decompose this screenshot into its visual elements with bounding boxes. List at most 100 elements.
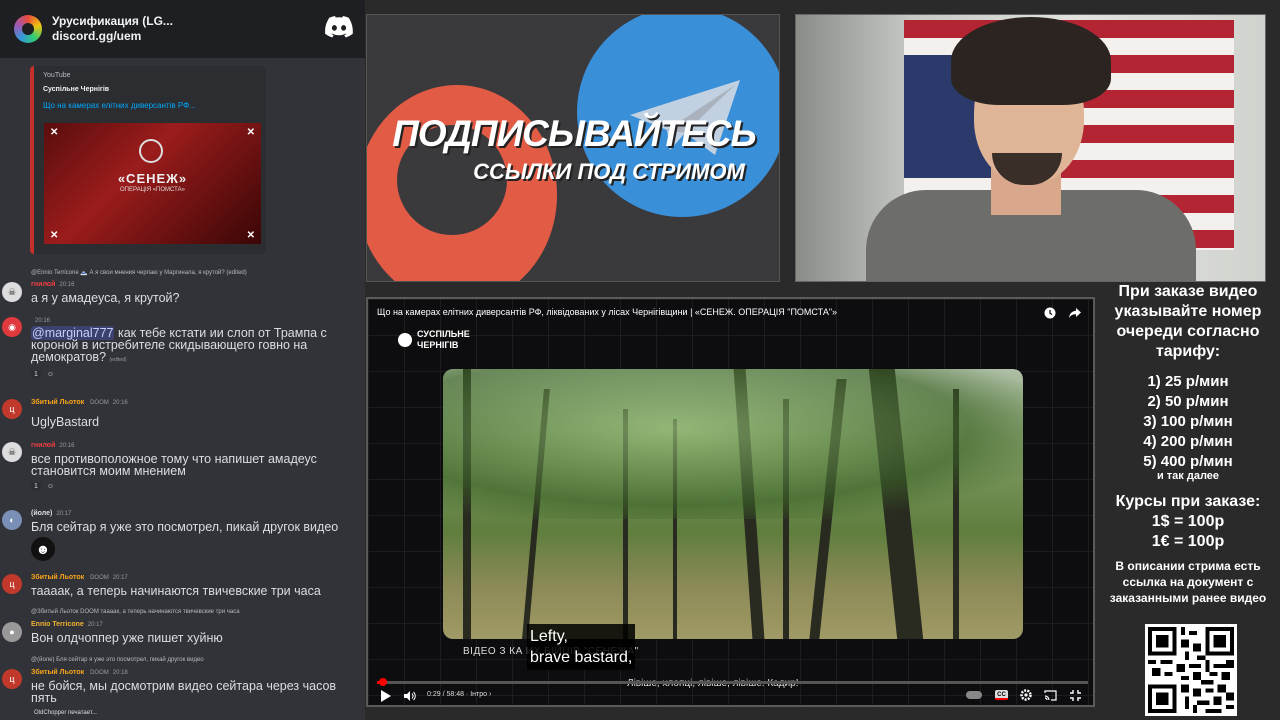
edited-label: (edited) — [109, 357, 127, 363]
message-time: 20:17 — [87, 622, 103, 628]
discord-chat-panel: Урусификация (LG... discord.gg/uem YouTu… — [0, 0, 365, 720]
embed-provider: YouTube — [43, 72, 71, 79]
subscribe-banner: ПОДПИСЫВАЙТЕСЬ ССЫЛКИ ПОД СТРИМОМ — [366, 14, 780, 282]
message-text: Вон олдчоппер уже пишет хуйню — [31, 631, 223, 645]
message-time: 20:16 — [59, 443, 75, 449]
banner-subtitle: ССЫЛКИ ПОД СТРИМОМ — [473, 159, 745, 184]
avatar[interactable]: ц — [2, 574, 22, 594]
message-author[interactable]: (йоле) — [31, 510, 52, 517]
subtitle-line: Lefty, — [530, 628, 568, 645]
captions-icon[interactable]: CC — [995, 690, 1008, 700]
message-time: 20:18 — [112, 670, 128, 676]
tier-list: 1) 25 р/мин 2) 50 р/мин 3) 100 р/мин 4) … — [1098, 372, 1278, 472]
rate-item: 1$ = 100р — [1151, 513, 1225, 530]
embed-title-link[interactable]: Що на камерах елітних диверсантів РФ... — [43, 101, 257, 110]
player-controls: 0:29 / 58:48 · Інтро › CC — [368, 687, 1093, 705]
tier-item: 3) 100 р/мин — [1143, 413, 1233, 430]
message-text: таааак, а теперь начинаются твичевские т… — [31, 584, 321, 598]
message-author[interactable]: Збитый Льоток — [31, 574, 84, 581]
role-tag: DOOM — [90, 670, 109, 676]
close-icon: ✕ — [50, 230, 59, 241]
avatar[interactable]: ц — [2, 399, 22, 419]
reply-preview[interactable]: @Збитый Льоток DOOM таааак, а теперь нач… — [31, 609, 240, 615]
message-time: 20:16 — [112, 400, 128, 406]
banner-title: ПОДПИСЫВАЙТЕСЬ — [392, 113, 756, 154]
typing-indicator: OldChopper печатает... — [34, 710, 97, 716]
rate-item: 1€ = 100р — [1151, 533, 1225, 550]
thumbnail-title: «СЕНЕЖ» — [117, 171, 188, 186]
avatar[interactable]: ☠ — [2, 282, 22, 302]
tier-item: 1) 25 р/мин — [1147, 373, 1229, 390]
discord-avatar-icon[interactable]: ◉ — [2, 317, 22, 337]
server-name: Урусификация (LG... — [52, 14, 173, 28]
message-time: 20:16 — [59, 282, 75, 288]
avatar[interactable]: ◐ — [2, 510, 22, 530]
tier-etc: и так далее — [1156, 470, 1220, 482]
pricing-heading: При заказе видео указывайте номер очеред… — [1114, 283, 1262, 360]
gear-icon[interactable] — [1020, 689, 1032, 701]
role-tag: DOOM — [90, 575, 109, 581]
stream-layout: Урусификация (LG... discord.gg/uem YouTu… — [0, 0, 1280, 720]
message-time: 20:17 — [112, 575, 128, 581]
pricing-panel: При заказе видео указывайте номер очеред… — [1098, 282, 1278, 606]
sticker-image: ☻ — [31, 537, 55, 561]
tier-item: 5) 400 р/мин — [1143, 453, 1233, 470]
pricing-note: В описании стрима есть ссылка на докумен… — [1109, 559, 1267, 605]
subtitle-box: Lefty, brave bastard, — [527, 624, 636, 670]
time-display[interactable]: 0:29 / 58:48 · Інтро › — [427, 691, 491, 698]
youtube-player[interactable]: Що на камерах елітних диверсантів РФ, лі… — [366, 297, 1095, 707]
youtube-embed[interactable]: YouTube Суспільне Чернігів Що на камерах… — [30, 66, 266, 254]
server-icon[interactable] — [14, 15, 42, 43]
tier-item: 2) 50 р/мин — [1147, 393, 1229, 410]
fullscreen-icon[interactable] — [1070, 690, 1081, 701]
avatar[interactable]: ц — [2, 669, 22, 689]
qr-code-image — [1145, 624, 1237, 716]
cast-icon[interactable] — [1044, 690, 1057, 701]
reaction-count[interactable]: 1 — [31, 482, 41, 491]
message-text: UglyBastard — [31, 415, 100, 429]
role-tag: DOOM — [90, 400, 109, 406]
reactions: 1 ☺ — [31, 370, 54, 379]
thumbnail-subtitle: ОПЕРАЦІЯ «ПОМСТА» — [120, 187, 185, 193]
message-text: а я у амадеуса, я крутой? — [31, 291, 180, 305]
embed-author[interactable]: Суспільне Чернігів — [43, 86, 257, 93]
message-author[interactable]: гнилой — [31, 281, 55, 288]
autoplay-toggle-icon[interactable] — [966, 691, 982, 699]
channel-logo: СУСПІЛЬНЕ ЧЕРНІГІВ — [398, 329, 497, 351]
reaction-count[interactable]: 1 — [31, 370, 41, 379]
video-title[interactable]: Що на камерах елітних диверсантів РФ, лі… — [377, 307, 1017, 317]
scrubber-handle[interactable] — [378, 678, 387, 686]
video-frame — [443, 369, 1023, 639]
close-icon: ✕ — [246, 230, 255, 241]
chat-header: Урусификация (LG... discord.gg/uem — [0, 0, 365, 58]
server-invite-link[interactable]: discord.gg/uem — [52, 29, 173, 44]
channel-logo-icon — [398, 333, 412, 347]
share-icon[interactable] — [1069, 307, 1081, 319]
message-author[interactable]: Збитый Льоток — [31, 399, 84, 406]
message-time: 20:17 — [56, 511, 72, 517]
reply-preview[interactable]: @(йоле) Бля сейтар я уже это посмотрел, … — [31, 657, 204, 663]
avatar[interactable]: ● — [2, 622, 22, 642]
message-author[interactable]: Ennio Terricone — [31, 621, 84, 628]
reaction-emoji-icon[interactable]: ☺ — [47, 371, 54, 378]
close-icon: ✕ — [246, 127, 255, 138]
emblem-icon — [139, 139, 163, 163]
progress-bar[interactable] — [377, 678, 1088, 686]
tier-item: 4) 200 р/мин — [1143, 433, 1233, 450]
message-text: не бойся, мы досмотрим видео сейтара чер… — [31, 679, 337, 705]
message-text: все противоположное тому что напишет ама… — [31, 452, 317, 478]
reply-preview[interactable]: @Ennio Terricone 🗻 А я свои мнения черпа… — [31, 269, 247, 276]
reaction-emoji-icon[interactable]: ☺ — [47, 483, 54, 490]
watch-later-icon[interactable] — [1044, 307, 1056, 319]
embed-thumbnail[interactable]: ✕ ✕ ✕ ✕ «СЕНЕЖ» ОПЕРАЦІЯ «ПОМСТА» — [44, 123, 261, 244]
discord-logo-icon — [325, 16, 353, 38]
avatar[interactable]: ☠ — [2, 442, 22, 462]
message-time: 20:16 — [35, 318, 51, 324]
message-author[interactable]: гнилой — [31, 442, 55, 449]
message-author[interactable]: Збитый Льоток — [31, 669, 84, 676]
message-text: Бля сейтар я уже это посмотрел, пикай др… — [31, 520, 339, 534]
volume-icon[interactable] — [404, 690, 416, 702]
close-icon: ✕ — [50, 127, 59, 138]
play-icon[interactable] — [381, 690, 391, 702]
channel-name: СУСПІЛЬНЕ ЧЕРНІГІВ — [417, 329, 470, 350]
